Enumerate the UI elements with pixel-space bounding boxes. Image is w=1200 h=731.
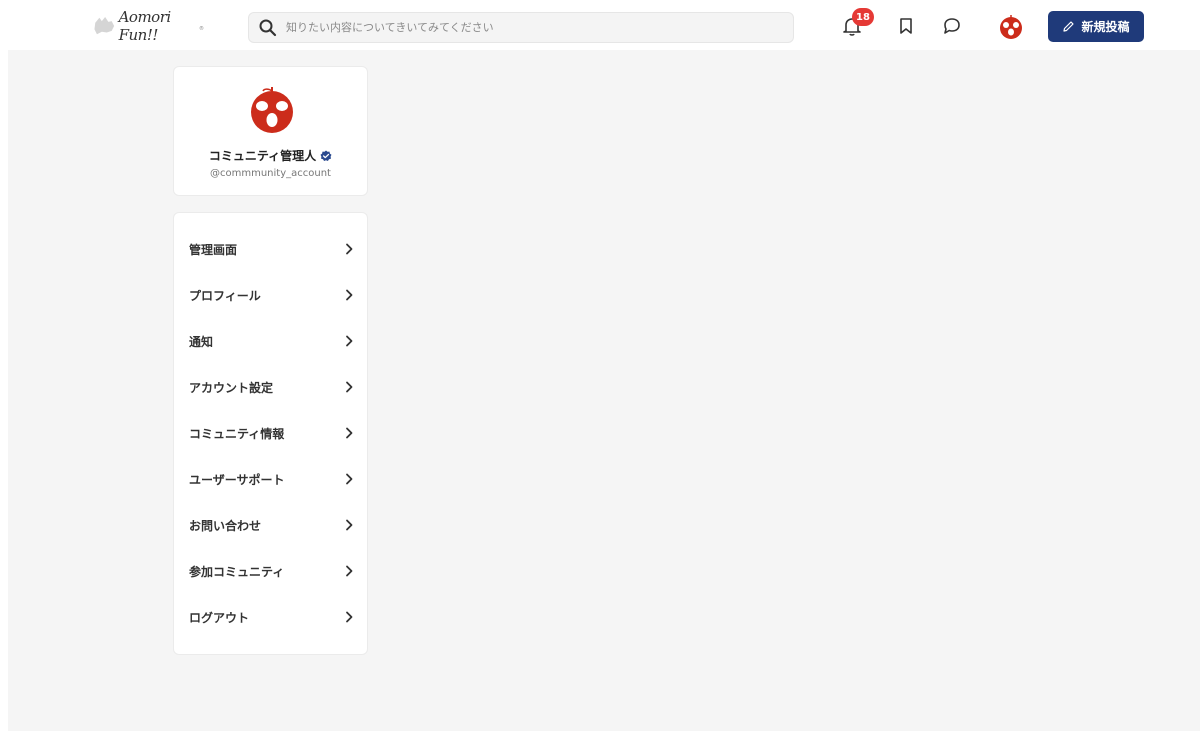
verified-icon [320, 150, 332, 161]
user-avatar[interactable] [997, 14, 1025, 40]
search-icon [259, 19, 277, 36]
chevron-right-icon [346, 381, 353, 393]
menu-item-label: ログアウト [189, 610, 250, 625]
chevron-right-icon [346, 565, 353, 577]
bookmarks-button[interactable] [894, 14, 918, 38]
menu-item-label: プロフィール [189, 288, 261, 303]
menu-item-joined-communities[interactable]: 参加コミュニティ [189, 556, 354, 586]
profile-avatar[interactable] [247, 85, 297, 135]
chevron-right-icon [346, 335, 353, 347]
search-bar[interactable] [248, 12, 794, 43]
chevron-right-icon [346, 519, 353, 531]
menu-item-label: 通知 [189, 334, 214, 349]
new-post-label: 新規投稿 [1081, 20, 1130, 34]
menu-item-logout[interactable]: ログアウト [189, 602, 354, 632]
menu-item-label: アカウント設定 [189, 380, 274, 395]
site-logo[interactable]: Aomori Fun!! ® [92, 8, 204, 44]
menu-item-label: 参加コミュニティ [189, 564, 285, 579]
menu-item-label: コミュニティ情報 [189, 426, 285, 441]
chevron-right-icon [346, 611, 353, 623]
chat-icon [944, 18, 960, 34]
menu-item-label: 管理画面 [189, 242, 238, 257]
new-post-button[interactable]: 新規投稿 [1048, 11, 1144, 42]
notification-count-badge: 18 [852, 8, 874, 26]
chevron-right-icon [346, 427, 353, 439]
settings-menu: 管理画面 プロフィール 通知 アカウント設定 コミュニティ情報 ユーザーサポート… [173, 212, 368, 655]
chevron-right-icon [346, 473, 353, 485]
menu-item-account-settings[interactable]: アカウント設定 [189, 372, 354, 402]
messages-button[interactable] [940, 14, 964, 38]
logo-text: Aomori Fun!! [118, 8, 172, 44]
menu-item-community-info[interactable]: コミュニティ情報 [189, 418, 354, 448]
top-header: Aomori Fun!! ® 18 新 [0, 0, 1200, 50]
profile-name-row: コミュニティ管理人 [174, 147, 367, 164]
pencil-icon [1063, 21, 1075, 32]
profile-handle: @commmunity_account [210, 168, 331, 179]
bookmark-icon [900, 18, 912, 34]
profile-name: コミュニティ管理人 [208, 149, 317, 163]
aomori-map-icon [94, 16, 115, 35]
logo-trademark: ® [199, 26, 204, 32]
menu-item-user-support[interactable]: ユーザーサポート [189, 464, 354, 494]
menu-item-label: お問い合わせ [189, 518, 262, 533]
search-input[interactable] [286, 21, 766, 34]
profile-card: コミュニティ管理人 @commmunity_account [173, 66, 368, 196]
menu-item-admin[interactable]: 管理画面 [189, 234, 354, 264]
chevron-right-icon [346, 289, 353, 301]
menu-item-contact[interactable]: お問い合わせ [189, 510, 354, 540]
menu-item-profile[interactable]: プロフィール [189, 280, 354, 310]
menu-item-notifications[interactable]: 通知 [189, 326, 354, 356]
chevron-right-icon [346, 243, 353, 255]
menu-item-label: ユーザーサポート [189, 472, 285, 487]
